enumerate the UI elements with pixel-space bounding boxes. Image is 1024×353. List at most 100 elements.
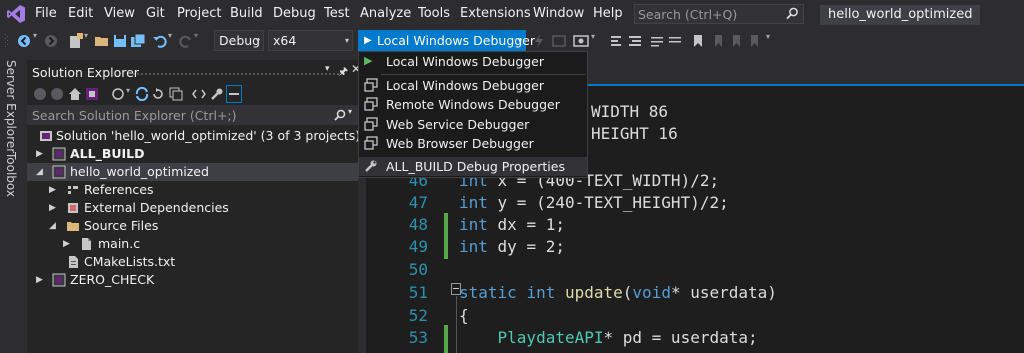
comment-out-icon[interactable]: [649, 33, 665, 49]
solution-search-input[interactable]: [32, 107, 322, 123]
filter-dropdown-icon[interactable]: ▾: [126, 86, 130, 95]
diagnostic-tools-icon[interactable]: [551, 33, 567, 49]
hot-reload-icon[interactable]: [531, 33, 547, 49]
collapse-icon[interactable]: ◢: [36, 163, 43, 181]
dropdown-item-local-windows-debugger-default[interactable]: ▶ Local Windows Debugger: [359, 52, 587, 71]
search-box[interactable]: [634, 4, 804, 24]
search-icon[interactable]: [785, 6, 799, 22]
browser-link-icon[interactable]: [573, 33, 589, 49]
collapse-icon[interactable]: ◢: [49, 217, 56, 235]
tree-item-cmakelists[interactable]: CMakeLists.txt: [27, 253, 358, 271]
undo-icon[interactable]: [152, 33, 168, 49]
tree-item-main-c[interactable]: ▶ main.c: [27, 235, 358, 253]
solution-search-box[interactable]: ▾: [27, 105, 358, 125]
collapse-all-icon[interactable]: [169, 87, 183, 101]
menu-test[interactable]: Test: [324, 6, 350, 22]
dropdown-item-web-browser-debugger[interactable]: Web Browser Debugger: [359, 134, 587, 153]
open-folder-icon[interactable]: [94, 33, 110, 49]
sync-icon[interactable]: [135, 87, 149, 101]
dropdown-item-remote-windows-debugger[interactable]: Remote Windows Debugger: [359, 95, 587, 114]
search-options-dropdown-icon[interactable]: ▾: [348, 107, 352, 116]
search-input[interactable]: [638, 6, 778, 22]
code-line[interactable]: {: [459, 306, 469, 325]
back-icon[interactable]: [33, 87, 47, 101]
toolbox-tab[interactable]: Toolbox: [4, 152, 18, 197]
tree-item-label: main.c: [98, 236, 141, 251]
menu-tools[interactable]: Tools: [418, 6, 450, 22]
tree-item-external-dependencies[interactable]: ▶ External Dependencies: [27, 199, 358, 217]
search-icon[interactable]: [333, 108, 347, 122]
expand-icon[interactable]: ▶: [49, 181, 56, 199]
pin-icon[interactable]: 🖈: [338, 63, 348, 82]
expand-icon[interactable]: ▶: [63, 235, 70, 253]
uncomment-icon[interactable]: [667, 33, 683, 49]
save-icon[interactable]: [112, 33, 128, 49]
code-line[interactable]: PlaydateAPI* pd = userdata;: [459, 328, 758, 347]
clear-bookmarks-icon[interactable]: [746, 33, 762, 49]
toolbar-overflow-icon[interactable]: ▾: [766, 32, 770, 41]
tree-item-all-build[interactable]: ▶ ALL_BUILD: [27, 145, 358, 163]
menu-help[interactable]: Help: [593, 6, 623, 22]
chevron-down-icon[interactable]: ▾: [518, 30, 522, 52]
start-debugger-button[interactable]: ▶ Local Windows Debugger ▾: [358, 30, 535, 52]
code-line[interactable]: int y = (240-TEXT_HEIGHT)/2;: [459, 193, 729, 212]
dropdown-item-web-service-debugger[interactable]: Web Service Debugger: [359, 115, 587, 134]
code-line[interactable]: int dy = 2;: [459, 237, 565, 256]
code-line[interactable]: int dx = 1;: [459, 215, 565, 234]
previous-bookmark-icon[interactable]: [710, 33, 726, 49]
menu-analyze[interactable]: Analyze: [360, 6, 411, 22]
platform-combo[interactable]: x64 ▾: [268, 30, 353, 51]
configuration-combo[interactable]: Debug ▾: [214, 30, 264, 51]
server-explorer-tab[interactable]: Server Explorer: [4, 60, 18, 153]
forward-icon[interactable]: [50, 87, 64, 101]
home-icon[interactable]: [68, 87, 82, 101]
tree-item-zero-check[interactable]: ▶ ZERO_CHECK: [27, 271, 358, 289]
code-line[interactable]: HEIGHT 16: [591, 124, 678, 143]
preview-selected-items-icon[interactable]: [226, 85, 242, 103]
expand-icon[interactable]: ▶: [36, 271, 43, 289]
chevron-down-icon: ▾: [344, 36, 349, 45]
switch-views-icon[interactable]: [85, 87, 99, 101]
panel-drag-grip[interactable]: [132, 72, 342, 76]
navigate-forward-icon[interactable]: [43, 33, 59, 49]
menu-build[interactable]: Build: [230, 6, 263, 22]
next-bookmark-icon[interactable]: [728, 33, 744, 49]
toolbar-grip-icon[interactable]: [5, 33, 9, 49]
code-line[interactable]: static int update(void* userdata): [459, 283, 777, 302]
tree-item-hello-world-optimized[interactable]: ◢ hello_world_optimized: [27, 163, 358, 181]
new-project-icon[interactable]: [68, 33, 84, 49]
refresh-icon[interactable]: [151, 87, 165, 101]
expand-icon[interactable]: ▶: [36, 145, 43, 163]
pending-changes-filter-icon[interactable]: [111, 87, 125, 101]
menu-view[interactable]: View: [104, 6, 135, 22]
visual-studio-logo-icon[interactable]: [6, 4, 26, 24]
navigate-back-icon[interactable]: [16, 33, 32, 49]
redo-dropdown-icon[interactable]: ▾: [194, 31, 198, 40]
window-position-icon[interactable]: ▾: [325, 64, 330, 74]
dropdown-item-debug-properties[interactable]: ALL_BUILD Debug Properties: [359, 157, 587, 176]
browser-link-dropdown-icon[interactable]: ▾: [591, 32, 595, 41]
menu-git[interactable]: Git: [146, 6, 165, 22]
menu-window[interactable]: Window: [533, 6, 584, 22]
show-all-files-icon[interactable]: [192, 87, 206, 101]
menu-project[interactable]: Project: [177, 6, 221, 22]
save-all-icon[interactable]: [130, 33, 146, 49]
menu-edit[interactable]: Edit: [68, 6, 93, 22]
tree-item-solution[interactable]: Solution 'hello_world_optimized' (3 of 3…: [27, 127, 360, 145]
redo-icon[interactable]: [178, 33, 194, 49]
step-into-icon[interactable]: [609, 33, 625, 49]
menu-file[interactable]: File: [35, 6, 57, 22]
menu-extensions[interactable]: Extensions: [460, 6, 531, 22]
new-dropdown-icon[interactable]: ▾: [84, 31, 88, 40]
code-line[interactable]: WIDTH 86: [591, 102, 668, 121]
menu-debug[interactable]: Debug: [273, 6, 316, 22]
back-dropdown-icon[interactable]: ▾: [33, 31, 37, 40]
bookmark-icon[interactable]: [690, 33, 706, 49]
properties-wrench-icon[interactable]: [210, 87, 224, 101]
align-left-icon[interactable]: [627, 33, 643, 49]
dropdown-item-local-windows-debugger[interactable]: Local Windows Debugger: [359, 76, 587, 95]
tree-item-source-files[interactable]: ◢ Source Files: [27, 217, 358, 235]
expand-icon[interactable]: ▶: [49, 199, 56, 217]
tree-item-references[interactable]: ▶ References: [27, 181, 358, 199]
undo-dropdown-icon[interactable]: ▾: [168, 31, 172, 40]
